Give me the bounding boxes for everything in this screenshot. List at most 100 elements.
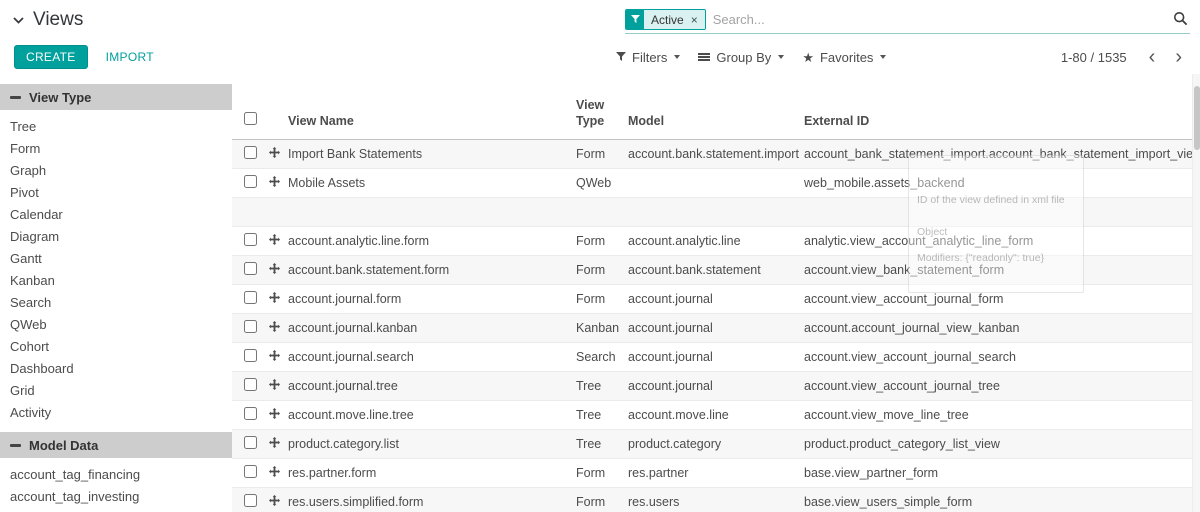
cell-view-name: Import Bank Statements bbox=[288, 147, 576, 161]
table-row[interactable]: account.bank.statement.formFormaccount.b… bbox=[232, 256, 1200, 285]
column-header-model[interactable]: Model bbox=[628, 113, 804, 129]
drag-handle-icon[interactable] bbox=[269, 292, 280, 303]
row-checkbox[interactable] bbox=[244, 175, 257, 188]
sidebar-item-pivot[interactable]: Pivot bbox=[0, 182, 232, 204]
cell-model: res.users bbox=[628, 495, 804, 509]
sidebar-item-gantt[interactable]: Gantt bbox=[0, 248, 232, 270]
sidebar-item-form[interactable]: Form bbox=[0, 138, 232, 160]
drag-handle-icon[interactable] bbox=[269, 466, 280, 477]
row-checkbox[interactable] bbox=[244, 146, 257, 159]
cell-drag bbox=[262, 466, 288, 480]
sidebar-item-activity[interactable]: Activity bbox=[0, 402, 232, 424]
cell-view-name: account.journal.search bbox=[288, 350, 576, 364]
search-bar[interactable]: Active × bbox=[625, 6, 1190, 34]
create-button[interactable]: CREATE bbox=[14, 45, 88, 69]
facet-remove-icon[interactable]: × bbox=[691, 14, 698, 26]
row-checkbox[interactable] bbox=[244, 291, 257, 304]
table-row[interactable]: res.partner.formFormres.partnerbase.view… bbox=[232, 459, 1200, 488]
drag-handle-icon[interactable] bbox=[269, 408, 280, 419]
drag-handle-icon[interactable] bbox=[269, 147, 280, 158]
caret-down-icon bbox=[778, 55, 784, 59]
cell-view-type: Tree bbox=[576, 379, 628, 393]
pager-range: 1-80 / 1535 bbox=[1061, 50, 1127, 65]
drag-handle-icon[interactable] bbox=[269, 379, 280, 390]
cell-drag bbox=[262, 408, 288, 422]
cell-view-name: res.users.simplified.form bbox=[288, 495, 576, 509]
row-checkbox[interactable] bbox=[244, 436, 257, 449]
sidebar-section-title: Model Data bbox=[29, 438, 98, 453]
sidebar-item-calendar[interactable]: Calendar bbox=[0, 204, 232, 226]
table-row[interactable]: account.journal.formFormaccount.journala… bbox=[232, 285, 1200, 314]
import-button[interactable]: IMPORT bbox=[106, 50, 154, 64]
sidebar-item-tree[interactable]: Tree bbox=[0, 116, 232, 138]
table-row[interactable]: account.journal.treeTreeaccount.journala… bbox=[232, 372, 1200, 401]
group-by-dropdown[interactable]: Group By bbox=[698, 50, 784, 65]
sidebar-item-dashboard[interactable]: Dashboard bbox=[0, 358, 232, 380]
drag-handle-icon[interactable] bbox=[269, 234, 280, 245]
cell-select bbox=[232, 407, 262, 423]
cell-model: res.partner bbox=[628, 466, 804, 480]
scrollbar-thumb[interactable] bbox=[1194, 86, 1200, 150]
list-view: View Name View Type Model External ID Im… bbox=[232, 74, 1200, 512]
cell-select bbox=[232, 349, 262, 365]
sidebar-item-kanban[interactable]: Kanban bbox=[0, 270, 232, 292]
search-icon[interactable] bbox=[1173, 11, 1188, 26]
row-checkbox[interactable] bbox=[244, 349, 257, 362]
row-checkbox[interactable] bbox=[244, 494, 257, 507]
pager-next-button[interactable]: › bbox=[1165, 47, 1192, 67]
row-checkbox[interactable] bbox=[244, 378, 257, 391]
breadcrumb-chevron-down-icon[interactable] bbox=[13, 17, 24, 24]
control-panel: CREATE IMPORT Filters Group By ★ Favorit… bbox=[0, 40, 1200, 74]
drag-handle-icon[interactable] bbox=[269, 263, 280, 274]
cell-select bbox=[232, 175, 262, 191]
row-checkbox[interactable] bbox=[244, 407, 257, 420]
sidebar-item-grid[interactable]: Grid bbox=[0, 380, 232, 402]
sidebar-item-account-tag-financing[interactable]: account_tag_financing bbox=[0, 464, 232, 486]
search-input[interactable] bbox=[713, 12, 1167, 27]
filters-label: Filters bbox=[632, 50, 667, 65]
cell-external-id: account.view_account_journal_form bbox=[804, 292, 1200, 306]
table-body: Import Bank Statements Form account.bank.s… bbox=[232, 140, 1200, 512]
vertical-scrollbar[interactable] bbox=[1192, 74, 1200, 512]
select-all-checkbox[interactable] bbox=[244, 112, 257, 125]
cell-select bbox=[232, 320, 262, 336]
drag-handle-icon[interactable] bbox=[269, 176, 280, 187]
pager-previous-button[interactable]: ‹ bbox=[1139, 47, 1166, 67]
table-row[interactable]: account.analytic.line.formFormaccount.an… bbox=[232, 227, 1200, 256]
cell-view-type: Form bbox=[576, 495, 628, 509]
cell-model: account.bank.statement.import bbox=[628, 147, 804, 161]
filters-funnel-icon bbox=[616, 52, 626, 62]
sidebar-item-search[interactable]: Search bbox=[0, 292, 232, 314]
row-checkbox[interactable] bbox=[244, 465, 257, 478]
sidebar-item-diagram[interactable]: Diagram bbox=[0, 226, 232, 248]
drag-handle-icon[interactable] bbox=[269, 495, 280, 506]
table-row[interactable]: account.journal.searchSearchaccount.jour… bbox=[232, 343, 1200, 372]
search-facet-active[interactable]: Active × bbox=[625, 9, 706, 30]
table-row[interactable]: account.move.line.treeTreeaccount.move.l… bbox=[232, 401, 1200, 430]
row-checkbox[interactable] bbox=[244, 233, 257, 246]
sidebar-item-cohort[interactable]: Cohort bbox=[0, 336, 232, 358]
row-checkbox[interactable] bbox=[244, 262, 257, 275]
favorites-dropdown[interactable]: ★ Favorites bbox=[802, 50, 886, 65]
cell-view-type: Form bbox=[576, 466, 628, 480]
table-row[interactable]: Mobile AssetsQWebweb_mobile.assets_backe… bbox=[232, 169, 1200, 198]
cell-external-id: account.account_journal_view_kanban bbox=[804, 321, 1200, 335]
drag-handle-icon[interactable] bbox=[269, 437, 280, 448]
drag-handle-icon[interactable] bbox=[269, 321, 280, 332]
cell-model: account.bank.statement bbox=[628, 263, 804, 277]
cell-view-type: Tree bbox=[576, 408, 628, 422]
table-row[interactable]: product.category.listTreeproduct.categor… bbox=[232, 430, 1200, 459]
table-row[interactable]: account.journal.kanbanKanbanaccount.jour… bbox=[232, 314, 1200, 343]
drag-handle-icon[interactable] bbox=[269, 350, 280, 361]
sidebar-item-qweb[interactable]: QWeb bbox=[0, 314, 232, 336]
column-header-view-type[interactable]: View Type bbox=[576, 97, 628, 129]
sidebar-item-account-tag-investing[interactable]: account_tag_investing bbox=[0, 486, 232, 508]
row-checkbox[interactable] bbox=[244, 320, 257, 333]
table-row[interactable]: Import Bank StatementsFormaccount.bank.s… bbox=[232, 140, 1200, 169]
column-header-external-id[interactable]: External ID bbox=[804, 113, 1200, 129]
filters-dropdown[interactable]: Filters bbox=[616, 50, 680, 65]
cell-select bbox=[232, 494, 262, 510]
table-row[interactable]: res.users.simplified.formFormres.usersba… bbox=[232, 488, 1200, 512]
column-header-view-name[interactable]: View Name bbox=[288, 113, 576, 129]
sidebar-item-graph[interactable]: Graph bbox=[0, 160, 232, 182]
